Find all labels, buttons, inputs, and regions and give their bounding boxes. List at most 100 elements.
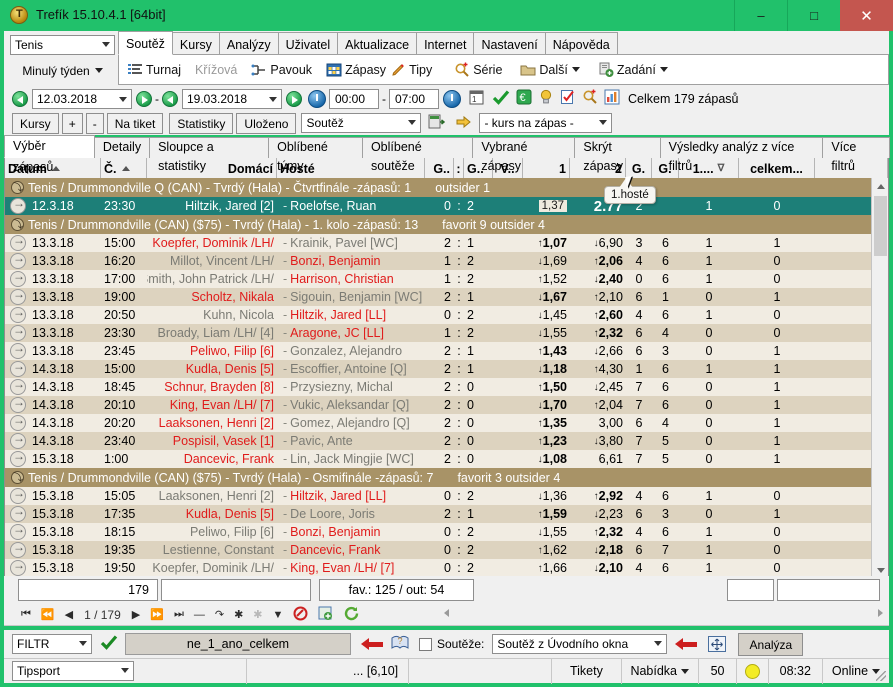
- table-row[interactable]: 15.3.18 19:35 Lestienne, Constant-Dancevic…: [5, 541, 872, 559]
- open-match-icon[interactable]: [10, 234, 26, 251]
- open-match-icon[interactable]: [10, 288, 26, 305]
- calendar-icon[interactable]: 1: [468, 89, 485, 109]
- tab-sloupce-a-statistiky[interactable]: Sloupce a statistiky: [149, 137, 270, 173]
- group-by-select[interactable]: Soutěž: [301, 113, 422, 133]
- table-row[interactable]: 13.3.1816:20Millot, Vincent /LH/-Bonzi, …: [5, 252, 872, 270]
- menu-item-soutez[interactable]: Soutěž: [118, 31, 173, 55]
- clock-end-icon[interactable]: [443, 89, 461, 108]
- tab-vice-filtru[interactable]: Více filtrů: [822, 137, 890, 173]
- period-dropdown[interactable]: Minulý týden: [10, 60, 115, 81]
- open-match-icon[interactable]: [10, 414, 26, 431]
- grid-column-header-g1[interactable]: G..: [425, 158, 454, 178]
- tab-oblibene-souteze[interactable]: Oblíbené soutěže: [361, 137, 474, 173]
- table-row[interactable]: 14.3.18 23:40 Pospisil, Vasek [1]-Pavic, A…: [5, 432, 872, 450]
- checklist-icon[interactable]: [560, 89, 576, 108]
- open-match-icon[interactable]: [10, 396, 26, 413]
- next-date-from-button[interactable]: [136, 90, 152, 107]
- close-button[interactable]: ✕: [840, 0, 893, 31]
- prev-icon[interactable]: ◀: [65, 608, 73, 621]
- table-row[interactable]: 14.3.1820:10King, Evan /LH/ [7]-Vukic, A…: [5, 396, 872, 414]
- bookmaker-select[interactable]: Tipsport: [12, 661, 135, 681]
- toolbar-pavouk[interactable]: Pavouk: [251, 62, 312, 78]
- next-date-to-button[interactable]: [286, 90, 302, 107]
- clock-start-icon[interactable]: [308, 89, 326, 108]
- open-match-icon[interactable]: [10, 559, 26, 576]
- open-match-icon[interactable]: [10, 342, 26, 359]
- chart-icon[interactable]: [604, 89, 620, 108]
- table-row[interactable]: 15.3.18 19:50 Koepfer, Dominik /LH/-King, …: [5, 559, 872, 577]
- statistiky-button[interactable]: Statistiky: [169, 112, 234, 134]
- filter-icon[interactable]: ▼: [273, 609, 284, 621]
- table-row[interactable]: 13.3.18 23:30 Broady, Liam /LH/ [4]-Aragon…: [5, 324, 872, 342]
- open-match-icon[interactable]: [10, 487, 26, 504]
- toolbar-tipy[interactable]: Tipy: [390, 62, 432, 78]
- table-row[interactable]: 15.3.181:00Dancevic, Frank-Lin, Jack Min…: [5, 450, 872, 468]
- first-icon[interactable]: ⏮: [21, 608, 31, 621]
- book-icon[interactable]: ?: [391, 634, 409, 654]
- group-header-row[interactable]: Tenis / Drummondville (CAN) ($75) - Tvrd…: [5, 215, 872, 234]
- table-row[interactable]: 14.3.18 20:20 Laaksonen, Henri [2]-Gomez, …: [5, 414, 872, 432]
- resize-grip[interactable]: [876, 671, 886, 681]
- menu-item-napoveda[interactable]: Nápověda: [544, 32, 618, 54]
- open-match-icon[interactable]: [10, 523, 26, 540]
- competition-select[interactable]: Soutěž z Úvodního okna: [492, 634, 668, 654]
- table-row[interactable]: 13.3.18 17:00 Smith, John Patrick /LH/-Har…: [5, 270, 872, 288]
- grid-column-header-celkem[interactable]: celkem...: [739, 158, 815, 178]
- prev-date-from-button[interactable]: [12, 90, 28, 107]
- check-icon[interactable]: [492, 89, 510, 109]
- magnifier-plus-icon[interactable]: [582, 89, 598, 108]
- grid-horizontal-scrollbar[interactable]: [438, 604, 889, 621]
- last-icon[interactable]: ⏭: [174, 608, 184, 621]
- collapse-group-icon[interactable]: [11, 179, 24, 194]
- menu-item-internet[interactable]: Internet: [416, 32, 475, 54]
- grid-column-header-colon[interactable]: :: [454, 158, 464, 178]
- open-match-icon[interactable]: [10, 360, 26, 377]
- collapse-group-icon[interactable]: [11, 216, 24, 231]
- table-row[interactable]: 14.3.18 15:00 Kudla, Denis [5]-Escoffier, …: [5, 360, 872, 378]
- analyza-button[interactable]: Analýza: [738, 632, 804, 656]
- clear-icon[interactable]: ✱: [253, 608, 262, 621]
- menu-button[interactable]: Nabídka: [622, 658, 699, 684]
- toolbar-zadani[interactable]: Zadání: [598, 62, 668, 78]
- souteze-checkbox[interactable]: [419, 637, 432, 651]
- toolbar-serie[interactable]: Série: [454, 62, 502, 78]
- maximize-button[interactable]: □: [787, 0, 840, 31]
- grid-vertical-scrollbar[interactable]: [871, 178, 888, 579]
- time-to-input[interactable]: 07:00: [389, 88, 439, 109]
- menu-item-nastaveni[interactable]: Nastavení: [473, 32, 546, 54]
- bulb-icon[interactable]: [538, 89, 554, 108]
- open-match-icon[interactable]: [10, 252, 26, 269]
- kursy-button[interactable]: Kursy: [12, 112, 59, 134]
- plus-button[interactable]: +: [61, 112, 83, 134]
- grid-column-header-o1[interactable]: 1: [523, 158, 570, 178]
- open-match-icon[interactable]: [10, 541, 26, 558]
- table-row[interactable]: 15.3.18 18:15 Peliwo, Filip [6]-Bonzi, Ben…: [5, 523, 872, 541]
- tab-detaily[interactable]: Detaily: [93, 137, 151, 158]
- toolbar-turnaj[interactable]: Turnaj: [127, 62, 181, 78]
- scroll-thumb[interactable]: [874, 196, 887, 256]
- undo-icon[interactable]: ↷: [215, 608, 224, 621]
- menu-item-uzivatel[interactable]: Uživatel: [277, 32, 339, 54]
- red-arrow-left-icon-2[interactable]: [675, 637, 698, 651]
- check-icon[interactable]: [100, 634, 118, 654]
- menu-item-aktualizace[interactable]: Aktualizace: [337, 32, 418, 54]
- tab-vysledky-analyz[interactable]: Výsledky analýz z více filtrů: [659, 137, 824, 173]
- tab-vybrane-zapasy[interactable]: Vybrané zápasy: [472, 137, 576, 173]
- minus-button[interactable]: -: [85, 112, 104, 134]
- filter-name-box[interactable]: ne_1_ano_celkem: [125, 633, 351, 655]
- open-match-icon[interactable]: [10, 270, 26, 287]
- next-page-icon[interactable]: ⏩: [150, 608, 164, 621]
- table-row[interactable]: 13.3.18 23:45 Peliwo, Filip [6]-Gonzalez, …: [5, 342, 872, 360]
- grid-column-header-cislo[interactable]: Č.: [101, 158, 147, 178]
- prev-date-to-button[interactable]: [162, 90, 178, 107]
- new-icon[interactable]: ✱: [234, 608, 243, 621]
- tab-skryt-zapasy[interactable]: Skrýt zápasy: [574, 137, 661, 173]
- scroll-right-button[interactable]: [872, 604, 889, 621]
- toolbar-zapasy[interactable]: Zápasy: [326, 62, 386, 78]
- delete-icon[interactable]: —: [194, 609, 205, 621]
- menu-item-analyzy[interactable]: Analýzy: [218, 32, 279, 54]
- tab-vyber-zapasu[interactable]: Výběr zápasů: [4, 135, 95, 174]
- open-match-icon[interactable]: [10, 306, 26, 323]
- group-header-row[interactable]: Tenis / Drummondville Q (CAN) - Tvrdý (H…: [5, 178, 872, 197]
- time-from-input[interactable]: 00:00: [329, 88, 379, 109]
